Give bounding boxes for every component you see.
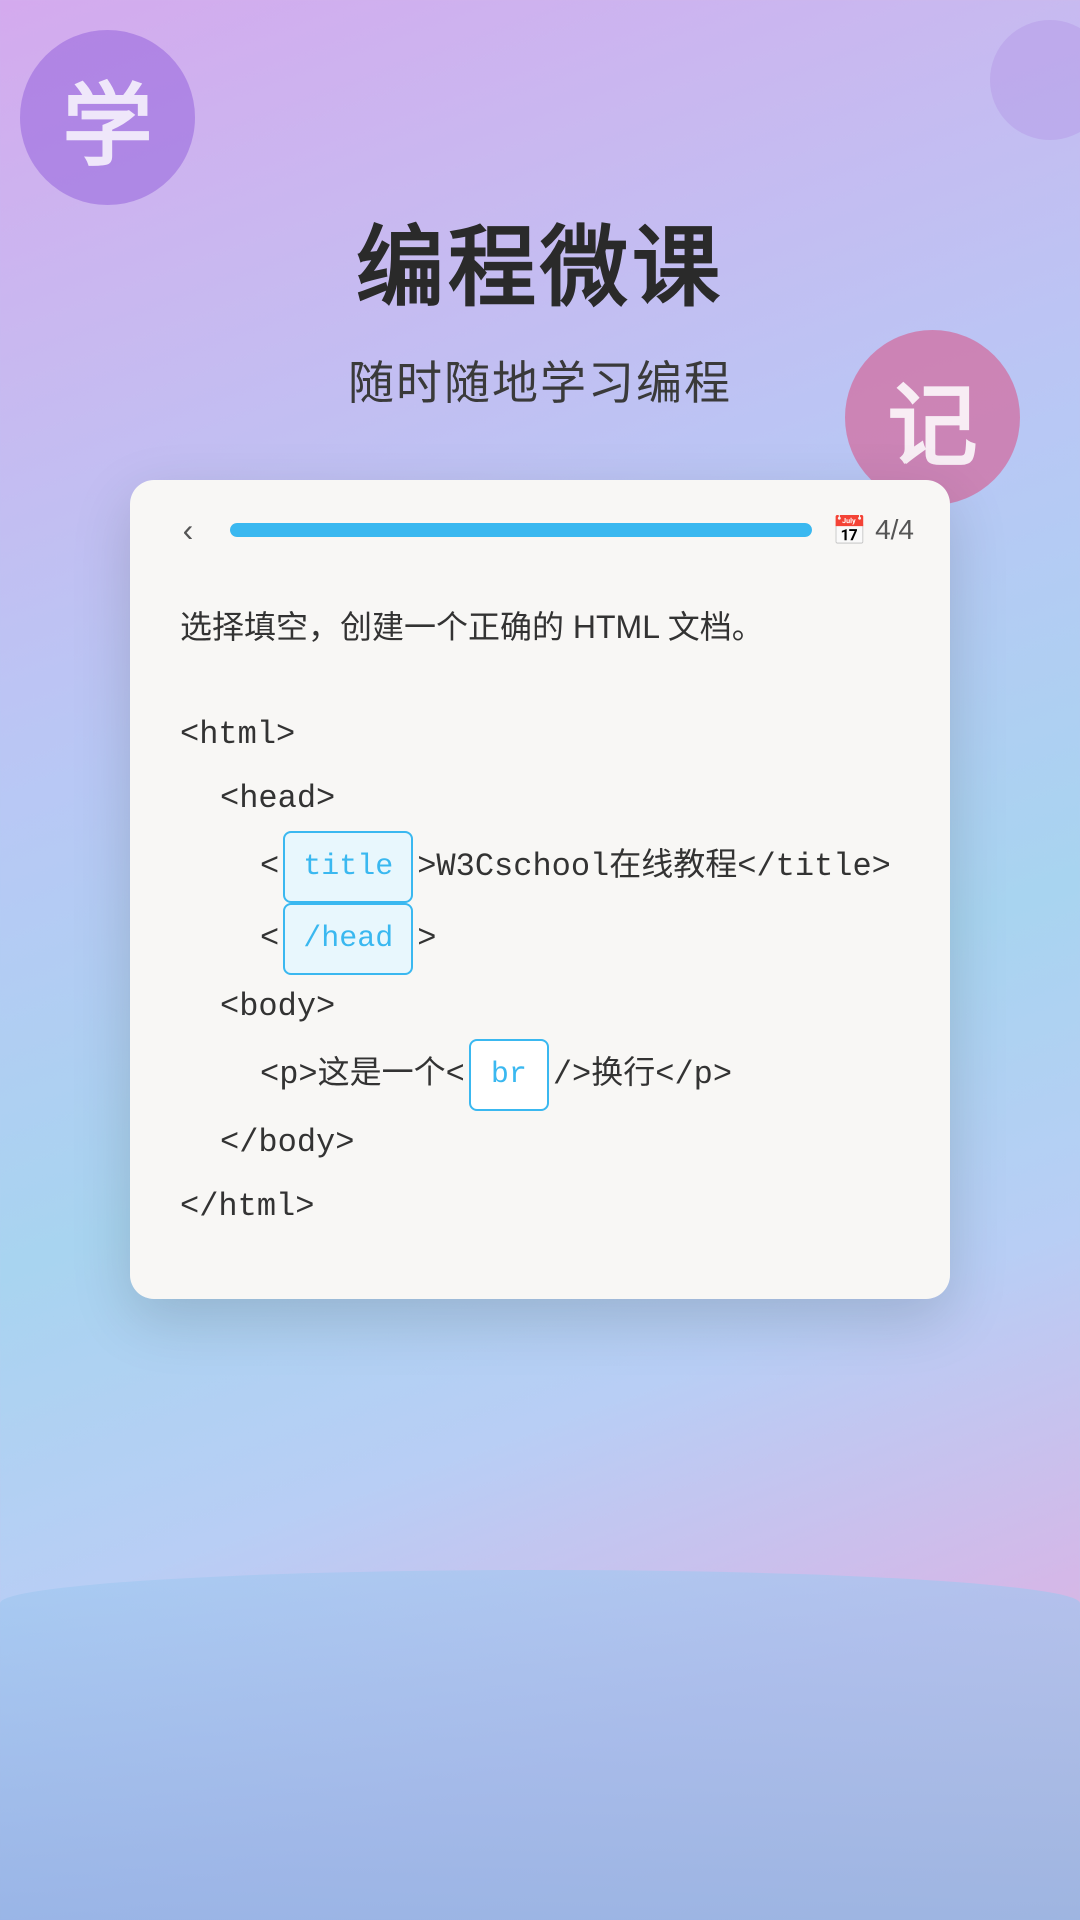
code-line-5: <body> <box>180 975 900 1039</box>
card-toolbar: ‹ 📅 4/4 <box>130 480 950 572</box>
blank-br[interactable]: br <box>469 1039 549 1111</box>
code-line-7: </body> <box>180 1111 900 1175</box>
progress-bar-container <box>230 523 812 537</box>
progress-bar-fill <box>230 523 812 537</box>
header: 编程微课 随时随地学习编程 <box>0 0 1080 413</box>
wave-decoration <box>0 1570 1080 1920</box>
card-content: 选择填空，创建一个正确的 HTML 文档。 <html> <head> < ti… <box>130 572 950 1299</box>
code-block: <html> <head> < title >W3Cschool在线教程</ti… <box>180 703 900 1239</box>
code-line-1: <html> <box>180 703 900 767</box>
page-count: 📅 4/4 <box>832 514 914 547</box>
code-line-4: < /head > <box>180 903 900 975</box>
code-line-8: </html> <box>180 1175 900 1239</box>
card-wrapper: ‹ 📅 4/4 选择填空，创建一个正确的 HTML 文档。 <html> <box>130 480 950 1299</box>
app-subtitle: 随时随地学习编程 <box>0 347 1080 413</box>
blank-title[interactable]: title <box>283 831 413 903</box>
quiz-card: ‹ 📅 4/4 选择填空，创建一个正确的 HTML 文档。 <html> <box>130 480 950 1299</box>
app-title: 编程微课 <box>0 220 1080 317</box>
code-line-3: < title >W3Cschool在线教程</title> <box>180 831 900 903</box>
back-button[interactable]: ‹ <box>166 508 210 552</box>
code-line-2: <head> <box>180 767 900 831</box>
blank-head-close[interactable]: /head <box>283 903 413 975</box>
page-icon: 📅 <box>832 514 867 547</box>
question-text: 选择填空，创建一个正确的 HTML 文档。 <box>180 602 900 653</box>
code-line-6: <p>这是一个< br />换行</p> <box>180 1039 900 1111</box>
